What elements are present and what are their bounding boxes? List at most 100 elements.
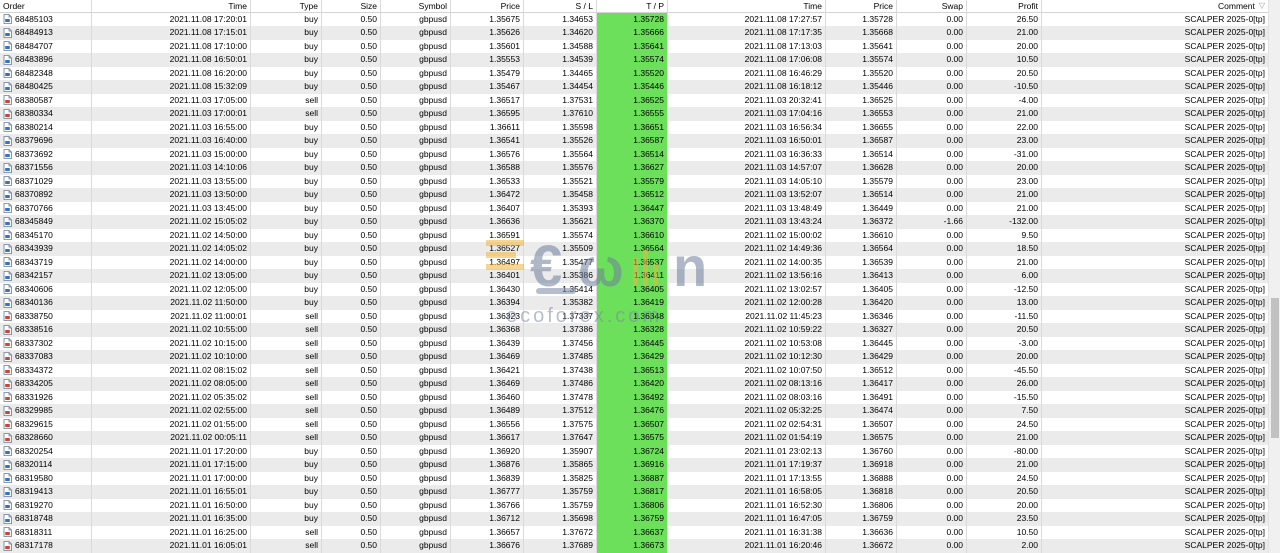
table-row[interactable]: 68334205 2021.11.02 08:05:00 sell 0.50 gbpus… [0, 377, 1268, 391]
order-number: 68317178 [15, 540, 53, 550]
cell-symbol: gbpusd [381, 417, 451, 431]
cell-time: 2021.11.08 15:32:09 [92, 80, 251, 94]
col-header-close-price[interactable]: Price [826, 0, 897, 12]
table-row[interactable]: 68371556 2021.11.03 14:10:06 buy 0.50 gbpusd… [0, 161, 1268, 175]
table-row[interactable]: 68485103 2021.11.08 17:20:01 buy 0.50 gbpusd… [0, 12, 1268, 26]
table-row[interactable]: 68371029 2021.11.03 13:55:00 buy 0.50 gbpusd… [0, 174, 1268, 188]
table-row[interactable]: 68329615 2021.11.02 01:55:00 sell 0.50 gbpus… [0, 417, 1268, 431]
table-row[interactable]: 68331926 2021.11.02 05:35:02 sell 0.50 gbpus… [0, 390, 1268, 404]
cell-type: buy [251, 39, 322, 53]
col-header-symbol[interactable]: Symbol [381, 0, 451, 12]
cell-close-price: 1.36655 [826, 120, 897, 134]
col-header-order[interactable]: Order [0, 0, 92, 12]
cell-tp: 1.36328 [597, 323, 668, 337]
cell-price: 1.36591 [451, 228, 524, 242]
cell-profit: 21.00 [967, 431, 1042, 445]
cell-size: 0.50 [322, 485, 381, 499]
cell-profit: 21.00 [967, 458, 1042, 472]
table-row[interactable]: 68342157 2021.11.02 13:05:00 buy 0.50 gbpusd… [0, 269, 1268, 283]
order-number: 68380587 [15, 94, 53, 105]
table-row[interactable]: 68320114 2021.11.01 17:15:00 buy 0.50 gbpusd… [0, 458, 1268, 472]
table-row[interactable]: 68340136 2021.11.02 11:50:00 buy 0.50 gbpusd… [0, 296, 1268, 310]
col-header-close-time[interactable]: Time [668, 0, 826, 12]
cell-profit: 20.00 [967, 498, 1042, 512]
col-header-price[interactable]: Price [451, 0, 524, 12]
sell-order-icon [3, 324, 12, 335]
table-row[interactable]: 68370766 2021.11.03 13:45:00 buy 0.50 gbpusd… [0, 201, 1268, 215]
table-row[interactable]: 68340606 2021.11.02 12:05:00 buy 0.50 gbpusd… [0, 282, 1268, 296]
scrollbar-thumb[interactable] [1271, 298, 1279, 438]
cell-time: 2021.11.03 13:45:00 [92, 201, 251, 215]
table-row[interactable]: 68379696 2021.11.03 16:40:00 buy 0.50 gbpusd… [0, 134, 1268, 148]
cell-time: 2021.11.03 13:55:00 [92, 174, 251, 188]
cell-size: 0.50 [322, 539, 381, 553]
filter-icon[interactable]: ▽ [1259, 0, 1265, 12]
buy-order-icon [3, 216, 12, 227]
table-row[interactable]: 68338750 2021.11.02 11:00:01 sell 0.50 gbpus… [0, 309, 1268, 323]
table-row[interactable]: 68480425 2021.11.08 15:32:09 buy 0.50 gbpusd… [0, 80, 1268, 94]
col-header-tp[interactable]: T / P [597, 0, 668, 12]
cell-price: 1.36595 [451, 107, 524, 121]
table-row[interactable]: 68329985 2021.11.02 02:55:00 sell 0.50 gbpus… [0, 404, 1268, 418]
cell-swap: 0.00 [897, 525, 967, 539]
cell-swap: 0.00 [897, 485, 967, 499]
table-row[interactable]: 68345849 2021.11.02 15:05:02 buy 0.50 gbpusd… [0, 215, 1268, 229]
col-header-profit[interactable]: Profit [967, 0, 1042, 12]
cell-size: 0.50 [322, 228, 381, 242]
cell-type: buy [251, 174, 322, 188]
cell-price: 1.36439 [451, 336, 524, 350]
cell-swap: 0.00 [897, 498, 967, 512]
table-row[interactable]: 68380214 2021.11.03 16:55:00 buy 0.50 gbpusd… [0, 120, 1268, 134]
table-row[interactable]: 68482348 2021.11.08 16:20:00 buy 0.50 gbpusd… [0, 66, 1268, 80]
cell-symbol: gbpusd [381, 309, 451, 323]
cell-size: 0.50 [322, 255, 381, 269]
table-row[interactable]: 68317178 2021.11.01 16:05:01 sell 0.50 gbpus… [0, 539, 1268, 553]
table-row[interactable]: 68337302 2021.11.02 10:15:00 sell 0.50 gbpus… [0, 336, 1268, 350]
table-row[interactable]: 68320254 2021.11.01 17:20:00 buy 0.50 gbpusd… [0, 444, 1268, 458]
cell-time: 2021.11.08 16:20:00 [92, 66, 251, 80]
table-row[interactable]: 68319413 2021.11.01 16:55:01 buy 0.50 gbpusd… [0, 485, 1268, 499]
order-number: 68482348 [15, 67, 53, 78]
col-header-time[interactable]: Time [92, 0, 251, 12]
table-row[interactable]: 68380334 2021.11.03 17:00:01 sell 0.50 gbpus… [0, 107, 1268, 121]
cell-time: 2021.11.08 17:15:01 [92, 26, 251, 40]
cell-price: 1.36676 [451, 539, 524, 553]
col-header-size[interactable]: Size [322, 0, 381, 12]
table-row[interactable]: 68338516 2021.11.02 10:55:00 sell 0.50 gbpus… [0, 323, 1268, 337]
cell-swap: 0.00 [897, 296, 967, 310]
table-row[interactable]: 68484913 2021.11.08 17:15:01 buy 0.50 gbpusd… [0, 26, 1268, 40]
vertical-scrollbar[interactable] [1268, 0, 1280, 553]
table-row[interactable]: 68319580 2021.11.01 17:00:00 buy 0.50 gbpusd… [0, 471, 1268, 485]
cell-time: 2021.11.01 17:00:00 [92, 471, 251, 485]
col-header-sl[interactable]: S / L [524, 0, 597, 12]
table-row[interactable]: 68343719 2021.11.02 14:00:00 buy 0.50 gbpusd… [0, 255, 1268, 269]
cell-size: 0.50 [322, 458, 381, 472]
cell-price: 1.36839 [451, 471, 524, 485]
table-row[interactable]: 68373692 2021.11.03 15:00:00 buy 0.50 gbpusd… [0, 147, 1268, 161]
table-row[interactable]: 68484707 2021.11.08 17:10:00 buy 0.50 gbpusd… [0, 39, 1268, 53]
table-row[interactable]: 68345170 2021.11.02 14:50:00 buy 0.50 gbpusd… [0, 228, 1268, 242]
table-row[interactable]: 68337083 2021.11.02 10:10:00 sell 0.50 gbpus… [0, 350, 1268, 364]
cell-close-time: 2021.11.01 23:02:13 [668, 444, 826, 458]
table-row[interactable]: 68370892 2021.11.03 13:50:00 buy 0.50 gbpusd… [0, 188, 1268, 202]
cell-type: buy [251, 134, 322, 148]
table-row[interactable]: 68318311 2021.11.01 16:25:00 sell 0.50 gbpus… [0, 525, 1268, 539]
cell-profit: -12.50 [967, 282, 1042, 296]
col-header-type[interactable]: Type [251, 0, 322, 12]
cell-comment: SCALPER 2025-0[tp] [1184, 67, 1265, 78]
order-number: 68319413 [15, 486, 53, 496]
cell-tp: 1.35579 [597, 174, 668, 188]
table-row[interactable]: 68343939 2021.11.02 14:05:02 buy 0.50 gbpusd… [0, 242, 1268, 256]
table-row[interactable]: 68328660 2021.11.02 00:05:11 sell 0.50 gbpus… [0, 431, 1268, 445]
cell-swap: 0.00 [897, 458, 967, 472]
cell-order: 68343939 [0, 242, 92, 256]
cell-close-price: 1.36806 [826, 498, 897, 512]
table-row[interactable]: 68483896 2021.11.08 16:50:01 buy 0.50 gbpusd… [0, 53, 1268, 67]
col-header-comment[interactable]: Comment ▽ [1042, 0, 1268, 12]
cell-close-time: 2021.11.02 08:03:16 [668, 390, 826, 404]
table-row[interactable]: 68319270 2021.11.01 16:50:00 buy 0.50 gbpusd… [0, 498, 1268, 512]
col-header-swap[interactable]: Swap [897, 0, 967, 12]
table-row[interactable]: 68318748 2021.11.01 16:35:00 buy 0.50 gbpusd… [0, 512, 1268, 526]
table-row[interactable]: 68380587 2021.11.03 17:05:00 sell 0.50 gbpus… [0, 93, 1268, 107]
table-row[interactable]: 68334372 2021.11.02 08:15:02 sell 0.50 gbpus… [0, 363, 1268, 377]
